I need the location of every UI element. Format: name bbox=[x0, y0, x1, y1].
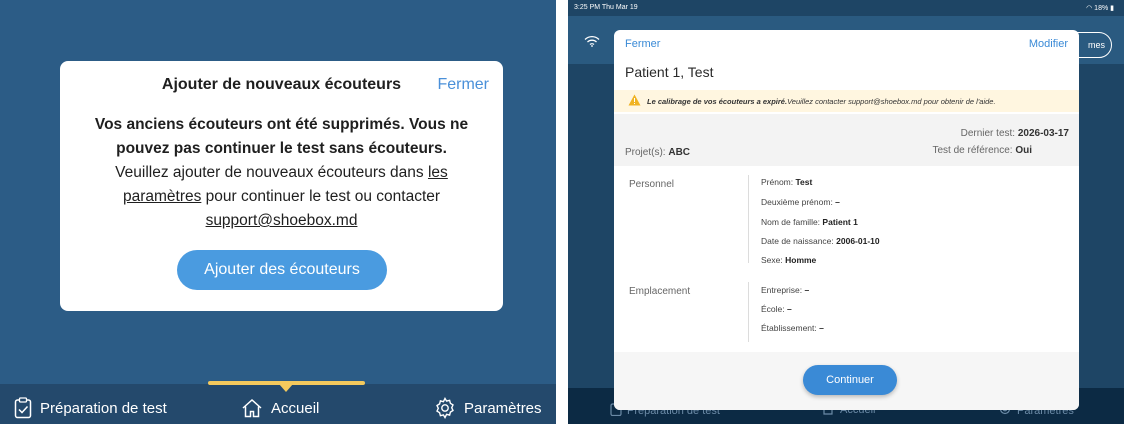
message-line-5: support@shoebox.md bbox=[80, 209, 483, 233]
status-time: 3:25 PM Thu Mar 19 bbox=[574, 4, 638, 11]
nav-test-preparation[interactable]: Préparation de test bbox=[14, 394, 167, 422]
left-screen: Ajouter de nouveaux écouteurs Fermer Vos… bbox=[0, 0, 556, 424]
field-value: Patient 1 bbox=[822, 217, 858, 227]
right-screen: 3:25 PM Thu Mar 19 ◠ 18% ▮ mes Préparati… bbox=[568, 0, 1124, 424]
message-line-1: Vos anciens écouteurs ont été supprimés.… bbox=[94, 116, 469, 133]
field-label: Nom de famille: bbox=[761, 217, 823, 227]
section-label-location: Emplacement bbox=[629, 286, 691, 297]
settings-link-part-1[interactable]: les bbox=[428, 164, 448, 181]
field-birth-date: Date de naissance: 2006-01-10 bbox=[761, 236, 880, 246]
field-school: École: – bbox=[761, 304, 792, 314]
add-headphones-dialog: Ajouter de nouveaux écouteurs Fermer Vos… bbox=[60, 61, 503, 311]
last-test-info: Dernier test: 2026-03-17 bbox=[961, 128, 1069, 139]
battery-icon: ▮ bbox=[1110, 5, 1114, 12]
add-headphones-button[interactable]: Ajouter des écouteurs bbox=[177, 250, 387, 290]
nav-label: Préparation de test bbox=[40, 399, 167, 417]
nav-label: Paramètres bbox=[464, 399, 542, 417]
field-company: Entreprise: – bbox=[761, 285, 809, 295]
reference-value: Oui bbox=[1015, 145, 1032, 156]
field-value: Homme bbox=[785, 255, 817, 265]
continue-button[interactable]: Continuer bbox=[803, 365, 897, 395]
message-text: pour continuer le test ou contacter bbox=[201, 188, 441, 205]
dialog-message: Vos anciens écouteurs ont été supprimés.… bbox=[80, 113, 483, 233]
section-label-personal: Personnel bbox=[629, 179, 675, 190]
test-summary: Dernier test: 2026-03-17 Projet(s): ABC … bbox=[614, 114, 1079, 166]
field-value: – bbox=[819, 323, 824, 333]
field-value: – bbox=[835, 197, 840, 207]
warning-bold-text: Le calibrage de vos écouteurs a expiré. bbox=[647, 96, 788, 106]
field-first-name: Prénom: Test bbox=[761, 177, 812, 187]
dialog-close-button[interactable]: Fermer bbox=[437, 76, 489, 94]
field-value: – bbox=[804, 285, 810, 295]
settings-link-part-2[interactable]: paramètres bbox=[123, 188, 201, 205]
message-line-3: Veuillez ajouter de nouveaux écouteurs d… bbox=[80, 161, 483, 185]
section-divider bbox=[748, 282, 749, 342]
field-label: Sexe: bbox=[761, 255, 786, 265]
clipboard-check-icon bbox=[14, 397, 32, 419]
field-label: Date de naissance: bbox=[761, 236, 837, 246]
warning-icon bbox=[628, 94, 641, 108]
field-label: Entreprise: bbox=[761, 285, 805, 295]
field-sex: Sexe: Homme bbox=[761, 255, 816, 265]
patient-name: Patient 1, Test bbox=[625, 64, 714, 80]
active-tab-pointer bbox=[279, 384, 293, 392]
wifi-status-icon: ◠ bbox=[1086, 5, 1093, 12]
project-info: Projet(s): ABC bbox=[625, 147, 690, 158]
field-last-name: Nom de famille: Patient 1 bbox=[761, 217, 858, 227]
nav-settings[interactable]: Paramètres bbox=[434, 394, 542, 422]
field-label: Établissement: bbox=[761, 323, 820, 333]
field-middle-name: Deuxième prénom: – bbox=[761, 197, 840, 207]
field-value: 2006-01-10 bbox=[836, 236, 880, 246]
last-test-value: 2026-03-17 bbox=[1017, 128, 1069, 139]
last-test-label: Dernier test: bbox=[960, 128, 1018, 139]
project-value: ABC bbox=[668, 147, 691, 158]
battery-percent: 18% bbox=[1094, 5, 1109, 12]
nav-home[interactable]: Accueil bbox=[241, 394, 319, 422]
field-label: Prénom: bbox=[761, 177, 796, 187]
status-bar: 3:25 PM Thu Mar 19 ◠ 18% ▮ bbox=[568, 0, 1124, 16]
field-establishment: Établissement: – bbox=[761, 323, 824, 333]
field-value: – bbox=[787, 304, 792, 314]
message-line-4: paramètres pour continuer le test ou con… bbox=[80, 185, 483, 209]
patient-details-card: Fermer Modifier Patient 1, Test Le calib… bbox=[614, 30, 1079, 410]
support-email-link[interactable]: support@shoebox.md bbox=[206, 212, 358, 229]
field-label: École: bbox=[761, 304, 787, 314]
message-line-2: pouvez pas continuer le test sans écoute… bbox=[116, 140, 447, 157]
reference-label: Test de référence: bbox=[932, 145, 1016, 156]
warning-text: Veuillez contacter support@shoebox.md po… bbox=[787, 96, 996, 106]
calibration-warning-banner: Le calibrage de vos écouteurs a expiré. … bbox=[614, 90, 1079, 112]
home-icon bbox=[241, 398, 263, 418]
reference-test-info: Test de référence: Oui bbox=[933, 145, 1033, 156]
card-edit-button[interactable]: Modifier bbox=[1029, 38, 1068, 50]
wifi-icon bbox=[584, 34, 600, 52]
card-close-button[interactable]: Fermer bbox=[625, 38, 660, 50]
section-divider bbox=[748, 175, 749, 263]
gear-icon bbox=[434, 397, 456, 419]
project-label: Projet(s): bbox=[625, 147, 669, 158]
message-text: Veuillez ajouter de nouveaux écouteurs d… bbox=[115, 164, 428, 181]
field-label: Deuxième prénom: bbox=[761, 197, 836, 207]
status-battery: ◠ 18% ▮ bbox=[1086, 4, 1114, 12]
field-value: Test bbox=[795, 177, 813, 187]
nav-label: Accueil bbox=[271, 399, 320, 417]
